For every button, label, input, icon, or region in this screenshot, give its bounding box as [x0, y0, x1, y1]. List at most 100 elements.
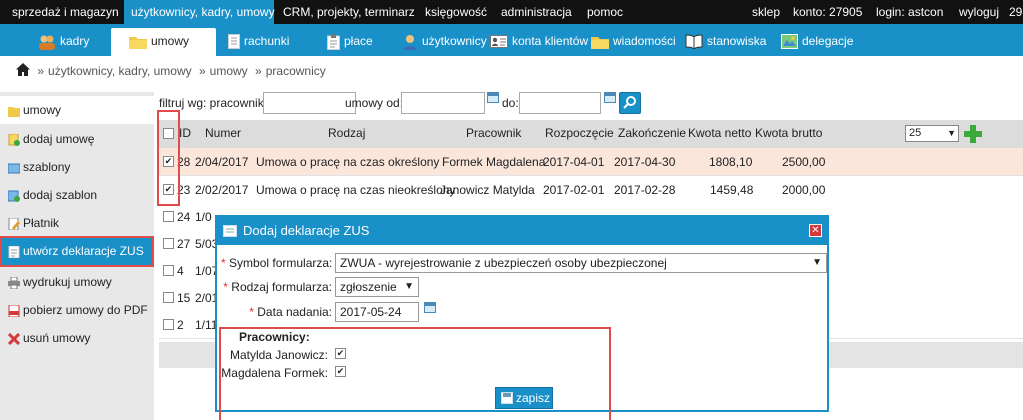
topnav-ksiegowosc[interactable]: księgowość — [425, 0, 487, 24]
table-row[interactable]: ✔ 28 2/04/2017 Umowa o pracę na czas okr… — [159, 148, 1023, 176]
cell-start: 2017-04-01 — [543, 155, 605, 169]
row-checkbox[interactable] — [163, 319, 174, 330]
subnav-rachunki[interactable]: rachunki — [226, 28, 289, 56]
row-checkbox[interactable] — [163, 265, 174, 276]
breadcrumb: » użytkownicy, kadry, umowy » umowy » praco… — [16, 62, 326, 80]
symbol-select-value: ZWUA - wyrejestrowanie z ubezpieczeń oso… — [340, 256, 667, 270]
chevron-down-icon: ▼ — [947, 128, 956, 138]
subnav-place-label: płace — [344, 34, 373, 48]
data-nadania-input[interactable]: 2017-05-24 — [335, 302, 419, 322]
symbol-label: * Symbol formularza: — [221, 256, 332, 270]
delete-icon — [8, 332, 20, 345]
sidebar: umowy dodaj umowę szablony dodaj szablon… — [0, 92, 154, 420]
rodzaj-label-text: Rodzaj formularza: — [231, 280, 332, 294]
sidebar-item-pobierz-pdf[interactable]: pobierz umowy do PDF — [0, 296, 154, 324]
cell-rodzaj: Umowa o pracę na czas określony — [256, 155, 440, 169]
date-from-label: umowy od: — [345, 96, 404, 110]
column-header-rozpoczecie[interactable]: Rozpoczęcie — [545, 126, 614, 140]
chevron-down-icon: ▼ — [812, 257, 822, 268]
table-row[interactable]: ✔ 23 2/02/2017 Umowa o pracę na czas nie… — [159, 176, 1023, 204]
close-icon[interactable]: ✕ — [809, 224, 822, 237]
column-header-rodzaj[interactable]: Rodzaj — [328, 126, 365, 140]
subnav-kadry[interactable]: kadry — [36, 28, 89, 56]
sidebar-item-platnik[interactable]: Płatnik — [0, 209, 154, 237]
edit-document-icon — [8, 217, 20, 230]
cell-end: 2017-04-30 — [614, 155, 676, 169]
cell-numer: 2/02/2017 — [195, 183, 249, 197]
printer-icon — [8, 276, 20, 289]
cell-brutto: 2500,00 — [782, 155, 826, 169]
search-button[interactable] — [619, 92, 641, 114]
cell-id: 24 — [177, 210, 191, 224]
topnav-sklep[interactable]: sklep — [752, 0, 780, 24]
sidebar-item-dodaj-szablon[interactable]: dodaj szablon — [0, 181, 154, 209]
subnav-delegacje[interactable]: delegacje — [779, 28, 853, 56]
sidebar-item-umowy[interactable]: umowy — [0, 96, 154, 124]
breadcrumb-item-1[interactable]: użytkownicy, kadry, umowy — [48, 64, 192, 78]
subnav-wiadomosci[interactable]: wiadomości — [589, 28, 676, 56]
sidebar-item-label: dodaj umowę — [23, 132, 95, 146]
calendar-icon[interactable] — [487, 92, 499, 103]
document-icon — [8, 245, 20, 258]
breadcrumb-separator: » — [198, 64, 206, 78]
topnav-pomoc[interactable]: pomoc — [587, 0, 623, 24]
calendar-icon[interactable] — [424, 302, 436, 313]
cell-brutto: 2000,00 — [782, 183, 826, 197]
cell-rodzaj: Umowa o pracę na czas nieokreślony — [256, 183, 456, 197]
sidebar-item-dodaj-umowe[interactable]: dodaj umowę — [0, 125, 154, 153]
annotation-highlight-checkboxes — [157, 110, 180, 206]
subnav-konta-klientow[interactable]: konta klientów — [488, 28, 588, 56]
map-icon — [781, 34, 798, 50]
cell-numer: 2/04/2017 — [195, 155, 249, 169]
column-header-id[interactable]: ID — [179, 126, 191, 140]
column-header-pracownik[interactable]: Pracownik — [466, 126, 521, 140]
sidebar-item-szablony[interactable]: szablony — [0, 153, 154, 181]
rodzaj-select[interactable]: zgłoszenie ▼ — [335, 277, 419, 297]
column-header-kwota-netto[interactable]: Kwota netto — [688, 126, 751, 140]
sidebar-item-label: umowy — [23, 103, 62, 117]
sidebar-item-usun-umowy[interactable]: usuń umowy — [0, 324, 154, 352]
sidebar-item-label: usuń umowy — [23, 331, 91, 345]
topnav-administracja[interactable]: administracja — [501, 0, 572, 24]
row-checkbox[interactable] — [163, 292, 174, 303]
search-icon — [623, 96, 636, 109]
sidebar-item-label: szablony — [23, 160, 71, 174]
sidebar-item-label: utwórz deklaracje ZUS — [23, 244, 144, 258]
data-nadania-value: 2017-05-24 — [340, 305, 402, 319]
sidebar-item-utworz-deklaracje-zus[interactable]: utwórz deklaracje ZUS — [0, 236, 154, 267]
sidebar-item-wydrukuj-umowy[interactable]: wydrukuj umowy — [0, 268, 154, 296]
employee-filter-input[interactable] — [263, 92, 356, 114]
symbol-select[interactable]: ZWUA - wyrejestrowanie z ubezpieczeń oso… — [335, 253, 827, 273]
sub-navigation-bar: kadry umowy rachunki płace użytkownicy k… — [0, 24, 1023, 56]
rodzaj-select-value: zgłoszenie — [340, 280, 397, 294]
breadcrumb-item-2[interactable]: umowy — [210, 64, 248, 78]
calendar-icon[interactable] — [604, 92, 616, 103]
column-header-kwota-brutto[interactable]: Kwota brutto — [755, 126, 822, 140]
symbol-label-text: Symbol formularza: — [229, 256, 333, 270]
date-to-input[interactable] — [519, 92, 601, 114]
sidebar-item-label: Płatnik — [23, 216, 60, 230]
date-from-input[interactable] — [401, 92, 485, 114]
topnav-uzytkownicy[interactable]: użytkownicy, kadry, umowy — [124, 0, 275, 24]
topnav-crm[interactable]: CRM, projekty, terminarz — [283, 0, 415, 24]
document-icon — [228, 34, 240, 50]
cell-pracownik: Janowicz Matylda — [440, 183, 535, 197]
subnav-uzytkownicy[interactable]: użytkownicy — [400, 28, 487, 56]
topnav-sprzedaz[interactable]: sprzedaż i magazyn — [0, 0, 124, 24]
subnav-place[interactable]: płace — [325, 28, 373, 56]
add-icon[interactable] — [963, 124, 983, 144]
sidebar-item-label: wydrukuj umowy — [23, 275, 112, 289]
column-header-zakonczenie[interactable]: Zakończenie — [618, 126, 686, 140]
row-checkbox[interactable] — [163, 211, 174, 222]
row-checkbox[interactable] — [163, 238, 174, 249]
cell-id: 15 — [177, 291, 191, 305]
page-size-select[interactable]: 25 ▼ — [905, 125, 959, 142]
home-icon[interactable] — [16, 63, 30, 76]
subnav-umowy[interactable]: umowy — [111, 28, 216, 56]
column-header-numer[interactable]: Numer — [205, 126, 241, 140]
data-nadania-label-text: Data nadania: — [257, 305, 332, 319]
dialog-titlebar[interactable]: Dodaj deklaracje ZUS — [217, 217, 827, 245]
subnav-stanowiska[interactable]: stanowiska — [683, 28, 766, 56]
topnav-logout[interactable]: wyloguj — [959, 0, 999, 24]
cell-start: 2017-02-01 — [543, 183, 605, 197]
